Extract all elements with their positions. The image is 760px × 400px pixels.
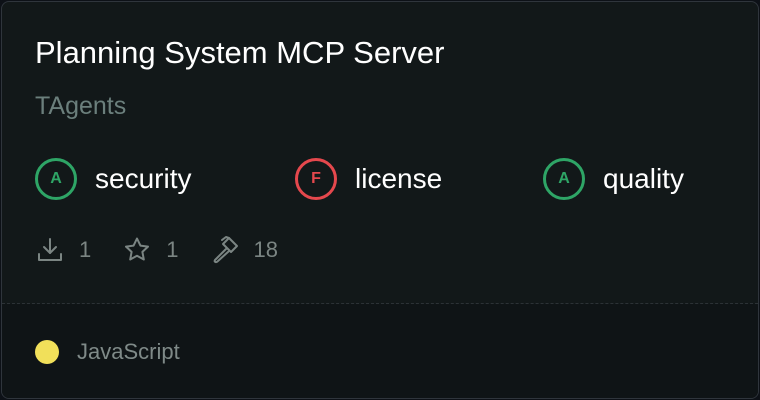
language-info: JavaScript	[35, 339, 180, 365]
license-grade-label: license	[355, 163, 443, 194]
quality-grade[interactable]: A quality	[543, 154, 684, 204]
language-color-dot	[35, 340, 59, 364]
security-grade-label: security	[95, 163, 192, 194]
stars-count: 1	[166, 237, 179, 262]
language-name: JavaScript	[77, 339, 180, 364]
downloads-stat: 1	[35, 235, 91, 265]
security-grade[interactable]: A security	[35, 154, 191, 204]
tools-count: 18	[253, 237, 278, 262]
tools-stat: 18	[210, 235, 278, 265]
server-card[interactable]: Planning System MCP Server TAgents A sec…	[1, 1, 759, 399]
card-footer: JavaScript	[2, 304, 758, 398]
downloads-count: 1	[79, 237, 92, 262]
security-grade-badge: A	[35, 158, 77, 200]
license-grade[interactable]: F license	[295, 154, 442, 204]
license-grade-badge: F	[295, 158, 337, 200]
quality-grade-badge: A	[543, 158, 585, 200]
hammer-icon	[213, 236, 238, 264]
card-header: Planning System MCP Server TAgents A sec…	[2, 2, 758, 302]
star-icon	[125, 237, 150, 261]
download-icon	[38, 238, 62, 261]
server-owner[interactable]: TAgents	[35, 92, 126, 121]
stats-row: 1 1 18	[35, 232, 309, 268]
quality-grade-label: quality	[603, 163, 684, 194]
stars-stat: 1	[122, 235, 179, 265]
server-title[interactable]: Planning System MCP Server	[35, 35, 444, 71]
